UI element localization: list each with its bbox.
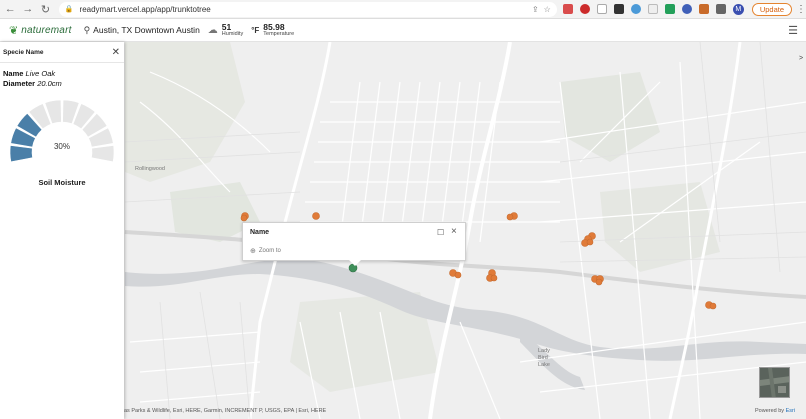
leaf-icon: ❦ (9, 24, 19, 37)
diameter-row: Diameter 20.0cm (3, 79, 124, 89)
diameter-value: 20.0cm (37, 79, 62, 88)
basemap-toggle[interactable] (759, 367, 790, 398)
share-icon[interactable]: ⇪ (532, 5, 539, 14)
zoom-to-label: Zoom to (258, 248, 281, 254)
location-text: Austin, TX Downtown Austin (93, 25, 200, 35)
extension-icon[interactable] (630, 4, 641, 14)
star-icon[interactable]: ☆ (544, 5, 551, 14)
gauge-caption: Soil Moisture (38, 178, 86, 187)
extension-icon[interactable] (647, 4, 658, 14)
place-label: Rollingwood (135, 166, 165, 172)
feature-popup: Name ☐ × ⊕ Zoom to (242, 222, 466, 261)
powered-by[interactable]: Powered by Esri (755, 408, 795, 414)
address-bar[interactable]: 🔒 readymart.vercel.app/app/trunktotree ⇪… (58, 1, 557, 17)
profile-avatar[interactable]: M (732, 3, 744, 15)
esri-link[interactable]: Esri (786, 408, 795, 414)
browser-toolbar: ← → ↻ 🔒 readymart.vercel.app/app/trunkto… (0, 0, 806, 19)
temperature-value: 85.98 (263, 21, 285, 32)
extension-icon[interactable] (596, 4, 607, 14)
logo-text: naturemart (21, 24, 72, 36)
cloud-rain-icon: ☁ (207, 24, 218, 36)
extension-icon[interactable] (681, 4, 692, 14)
gauge-percent: 30% (53, 142, 70, 151)
forward-icon[interactable]: → (21, 1, 36, 17)
temperature-label: Temperature (263, 31, 295, 37)
temperature-widget: °F 85.98 Temperature (251, 21, 295, 38)
logo[interactable]: ❦ naturemart (9, 24, 72, 37)
powered-by-text: Powered by (755, 408, 785, 414)
close-icon[interactable]: ✕ (112, 47, 120, 58)
name-row: Name Live Oak (3, 69, 124, 79)
location-pin-icon: ⚲ (83, 24, 91, 35)
zoom-to-button[interactable]: ⊕ Zoom to (250, 247, 281, 255)
map-attribution: as Parks & Wildlife, Esri, HERE, Garmin,… (124, 408, 327, 414)
extension-icon[interactable] (562, 4, 573, 14)
satellite-thumbnail (760, 368, 789, 397)
location: ⚲ Austin, TX Downtown Austin (84, 25, 200, 36)
maximize-icon[interactable]: ☐ (437, 228, 444, 237)
back-icon[interactable]: ← (3, 1, 18, 17)
gauge-graphic (9, 99, 115, 163)
hamburger-menu-icon[interactable]: ☰ (788, 24, 798, 37)
url-text: readymart.vercel.app/app/trunktotree (79, 4, 211, 14)
extension-icon[interactable] (613, 4, 624, 14)
humidity-widget: ☁ 51 Humidity (207, 21, 244, 38)
expand-caret-icon[interactable]: > (799, 55, 803, 62)
panel-header: Specie Name ✕ (0, 42, 124, 63)
place-label: Lady Bird Lake (538, 348, 550, 368)
species-properties: Name Live Oak Diameter 20.0cm (0, 63, 124, 89)
name-value: Live Oak (25, 69, 56, 78)
extension-icon[interactable] (579, 4, 590, 14)
name-label: Name (3, 69, 24, 78)
humidity-value: 51 (221, 21, 232, 32)
diameter-label: Diameter (3, 79, 36, 88)
reload-icon[interactable]: ↻ (38, 1, 53, 17)
soil-moisture-gauge: 30% (8, 94, 116, 174)
close-icon[interactable]: × (451, 226, 457, 237)
zoom-in-icon: ⊕ (250, 248, 256, 255)
lock-icon: 🔒 (64, 6, 74, 13)
panel-title: Specie Name (3, 48, 44, 56)
popup-title: Name (250, 229, 270, 236)
temperature-unit: °F (251, 25, 260, 35)
species-panel: Specie Name ✕ Name Live Oak Diameter 20.… (0, 42, 124, 419)
puzzle-icon[interactable] (715, 4, 726, 14)
extension-icon[interactable] (664, 4, 675, 14)
app-header: ❦ naturemart ⚲ Austin, TX Downtown Austi… (0, 19, 806, 42)
update-button[interactable]: Update (751, 2, 793, 16)
browser-menu-icon[interactable]: ⋮ (796, 4, 806, 15)
popup-pointer (349, 260, 361, 266)
extension-icon[interactable] (698, 4, 709, 14)
humidity-label: Humidity (221, 31, 244, 37)
